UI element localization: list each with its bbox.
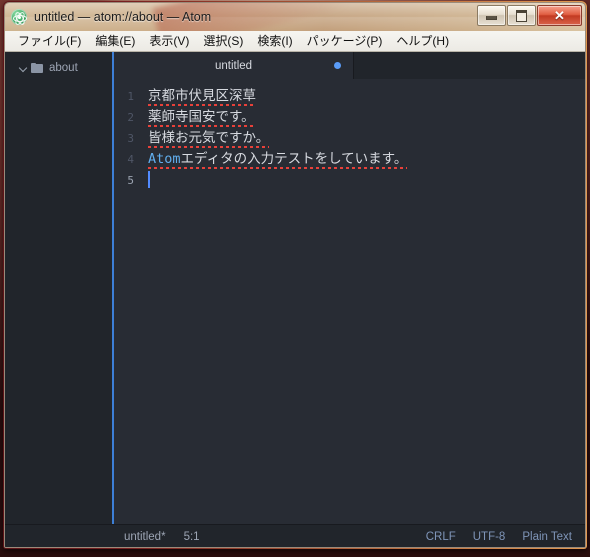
code-line: 薬師寺国安です。 xyxy=(148,107,585,128)
menu-item-selection[interactable]: 選択(S) xyxy=(196,32,250,51)
menu-item-file[interactable]: ファイル(F) xyxy=(11,32,88,51)
line-number-gutter: 1 2 3 4 5 xyxy=(114,79,140,524)
line-number-active: 5 xyxy=(127,174,134,187)
tree-item-label: about xyxy=(49,61,78,74)
window-controls: ✕ xyxy=(477,5,582,26)
status-grammar[interactable]: Plain Text xyxy=(522,531,572,543)
code-line-text: 皆様お元気ですか。 xyxy=(148,128,270,149)
menu-item-edit[interactable]: 編集(E) xyxy=(88,32,142,51)
status-line-ending[interactable]: CRLF xyxy=(426,531,456,543)
atom-window: untitled — atom://about — Atom ✕ ファイル(F) xyxy=(3,1,587,549)
status-bar-left: untitled* 5:1 xyxy=(124,531,426,543)
code-line: Atomエディタの入力テストをしています。 xyxy=(148,149,585,170)
editor-content[interactable]: 京都市伏見区深草 薬師寺国安です。 皆様お元気ですか。 Atomエディタの入力テ… xyxy=(140,79,585,524)
status-file-name[interactable]: untitled* xyxy=(124,531,166,543)
line-number: 1 xyxy=(127,90,134,103)
tab-bar: untitled xyxy=(114,52,585,79)
line-number: 3 xyxy=(127,132,134,145)
code-token-rest: エディタの入力テストをしています。 xyxy=(180,151,408,167)
atom-icon-nucleus xyxy=(17,15,21,19)
code-line: 皆様お元気ですか。 xyxy=(148,128,585,149)
window-inner: untitled — atom://about — Atom ✕ ファイル(F) xyxy=(4,2,586,548)
text-editor[interactable]: 1 2 3 4 5 京都市伏見区深草 薬師寺国安です。 皆様お元気ですか。 At… xyxy=(114,79,585,524)
code-line-text-4: Atomエディタの入力テストをしています。 xyxy=(148,149,408,170)
close-icon: ✕ xyxy=(554,8,565,23)
status-bar-right: CRLF UTF-8 Plain Text xyxy=(426,531,572,543)
desktop-background: untitled — atom://about — Atom ✕ ファイル(F) xyxy=(0,0,590,557)
menu-item-help[interactable]: ヘルプ(H) xyxy=(389,32,456,51)
tree-view-panel[interactable]: about xyxy=(5,52,112,524)
editor-pane: untitled 1 2 3 4 5 京都市伏見区深草 薬師寺国安です。 皆様お… xyxy=(112,52,585,524)
code-line-text: 京都市伏見区深草 xyxy=(148,86,256,107)
line-number: 4 xyxy=(127,153,134,166)
line-number: 2 xyxy=(127,111,134,124)
maximize-icon xyxy=(516,9,527,22)
status-cursor-position[interactable]: 5:1 xyxy=(184,531,200,543)
window-title: untitled — atom://about — Atom xyxy=(34,10,212,24)
minimize-button[interactable] xyxy=(477,5,506,26)
code-token-keyword: Atom xyxy=(148,151,181,167)
atom-workspace: about untitled 1 2 3 4 5 京都市伏見区深草 薬師寺国安で… xyxy=(5,52,585,547)
tab-modified-indicator[interactable] xyxy=(334,62,341,69)
status-bar: untitled* 5:1 CRLF UTF-8 Plain Text xyxy=(5,524,585,547)
atom-icon xyxy=(11,9,27,26)
code-line-text: 薬師寺国安です。 xyxy=(148,107,255,128)
menu-item-packages[interactable]: パッケージ(P) xyxy=(300,32,390,51)
maximize-button[interactable] xyxy=(507,5,536,26)
code-line-active xyxy=(148,170,585,191)
tree-item-about[interactable]: about xyxy=(5,59,112,76)
chevron-down-icon[interactable] xyxy=(19,63,28,72)
text-cursor xyxy=(148,171,150,188)
menu-item-view[interactable]: 表示(V) xyxy=(142,32,196,51)
folder-icon xyxy=(31,62,43,73)
close-button[interactable]: ✕ xyxy=(537,5,582,26)
code-line: 京都市伏見区深草 xyxy=(148,86,585,107)
menu-item-find[interactable]: 検索(I) xyxy=(250,32,299,51)
title-bar[interactable]: untitled — atom://about — Atom ✕ xyxy=(5,3,585,31)
status-encoding[interactable]: UTF-8 xyxy=(473,531,506,543)
menu-bar: ファイル(F) 編集(E) 表示(V) 選択(S) 検索(I) パッケージ(P)… xyxy=(5,31,585,52)
atom-main-area: about untitled 1 2 3 4 5 京都市伏見区深草 薬師寺国安で… xyxy=(5,52,585,524)
tab-label: untitled xyxy=(214,59,253,72)
minimize-icon xyxy=(486,16,497,20)
tab-untitled[interactable]: untitled xyxy=(114,52,354,79)
